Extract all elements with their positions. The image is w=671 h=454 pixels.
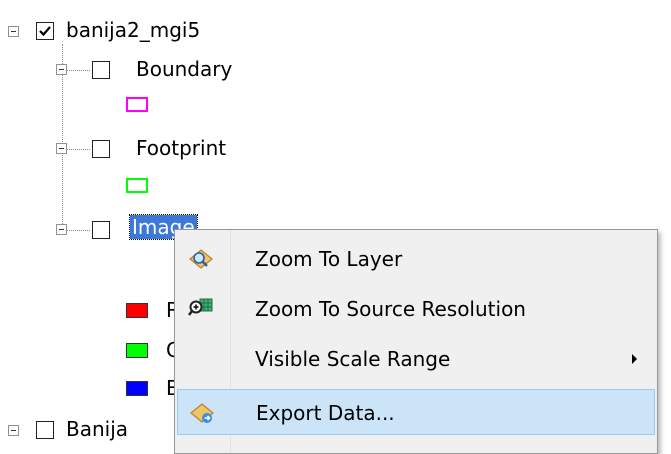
zoom-to-layer-icon	[187, 246, 215, 272]
collapse-toggle-layer1[interactable]	[8, 26, 19, 37]
layer-context-menu: Zoom To Layer Zoom To Source Resolution …	[174, 229, 658, 454]
menu-item-zoom-to-source-resolution[interactable]: Zoom To Source Resolution	[177, 286, 655, 332]
layer1-checkbox[interactable]	[36, 22, 54, 40]
layer1-name[interactable]: banija2_mgi5	[66, 18, 200, 42]
layer2-name[interactable]: Banija	[66, 417, 128, 441]
menu-label: Zoom To Layer	[255, 247, 403, 271]
collapse-toggle-layer2[interactable]	[8, 425, 19, 436]
menu-item-visible-scale-range[interactable]: Visible Scale Range	[177, 336, 655, 382]
checkmark-icon	[39, 26, 51, 37]
collapse-toggle-footprint[interactable]	[56, 143, 67, 154]
submenu-arrow-icon	[632, 354, 637, 364]
collapse-toggle-image[interactable]	[56, 224, 67, 235]
layer2-checkbox[interactable]	[36, 421, 54, 439]
boundary-symbol-swatch[interactable]	[126, 97, 148, 112]
zoom-to-source-resolution-icon	[187, 296, 215, 322]
menu-label: Export Data...	[256, 401, 395, 425]
red-band-swatch	[126, 303, 148, 318]
footprint-checkbox[interactable]	[92, 140, 110, 158]
menu-item-zoom-to-layer[interactable]: Zoom To Layer	[177, 236, 655, 282]
blue-band-swatch	[126, 381, 148, 396]
boundary-name[interactable]: Boundary	[136, 57, 232, 81]
menu-label: Visible Scale Range	[255, 347, 451, 371]
footprint-symbol-swatch[interactable]	[126, 178, 148, 193]
menu-item-export-data[interactable]: Export Data...	[177, 389, 655, 435]
image-checkbox[interactable]	[92, 221, 110, 239]
green-band-swatch	[126, 343, 148, 358]
boundary-checkbox[interactable]	[92, 61, 110, 79]
export-data-icon	[188, 400, 216, 426]
menu-label: Zoom To Source Resolution	[255, 297, 526, 321]
footprint-name[interactable]: Footprint	[136, 136, 226, 160]
collapse-toggle-boundary[interactable]	[56, 64, 67, 75]
